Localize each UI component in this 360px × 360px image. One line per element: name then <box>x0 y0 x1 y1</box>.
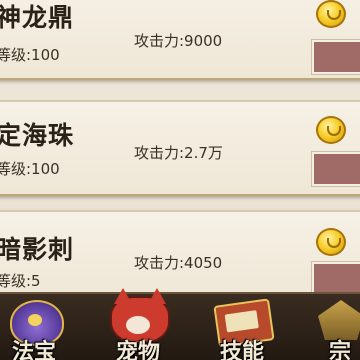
tab-pet[interactable]: 宠物 <box>100 288 176 360</box>
item-attack: 攻击力:9000 <box>134 32 223 50</box>
tab-label: 宠物 <box>115 340 160 360</box>
treasure-list-screen: 神龙鼎 等级:100 攻击力:9000 定海珠 等级:100 攻击力:2.7万 … <box>0 0 360 360</box>
item-attack: 攻击力:2.7万 <box>134 144 223 162</box>
item-card: 定海珠 等级:100 攻击力:2.7万 <box>0 100 360 196</box>
upgrade-button[interactable] <box>311 261 360 297</box>
tab-skill[interactable]: 技能 <box>204 294 280 360</box>
item-level: 等级:100 <box>0 46 60 64</box>
item-name: 暗影刺 <box>0 235 75 264</box>
tab-label: 宗 <box>328 340 351 360</box>
item-name: 神龙鼎 <box>0 3 75 32</box>
tab-label: 法宝 <box>11 340 56 360</box>
tab-sect[interactable]: 宗 <box>302 294 360 360</box>
item-level: 等级:100 <box>0 160 60 178</box>
bottom-tab-bar: 法宝 宠物 技能 宗 <box>0 288 360 360</box>
item-name: 定海珠 <box>0 121 75 150</box>
item-card: 神龙鼎 等级:100 攻击力:9000 <box>0 0 360 80</box>
item-attack: 攻击力:4050 <box>134 254 223 272</box>
gold-coin-icon <box>316 116 346 144</box>
upgrade-button[interactable] <box>311 151 360 187</box>
item-level: 等级:5 <box>0 272 41 290</box>
tab-fabao[interactable]: 法宝 <box>0 294 72 360</box>
item-card: 暗影刺 等级:5 攻击力:4050 <box>0 210 360 300</box>
upgrade-button[interactable] <box>311 39 360 75</box>
gold-coin-icon <box>316 0 346 28</box>
tab-label: 技能 <box>219 340 264 360</box>
gold-coin-icon <box>316 228 346 256</box>
